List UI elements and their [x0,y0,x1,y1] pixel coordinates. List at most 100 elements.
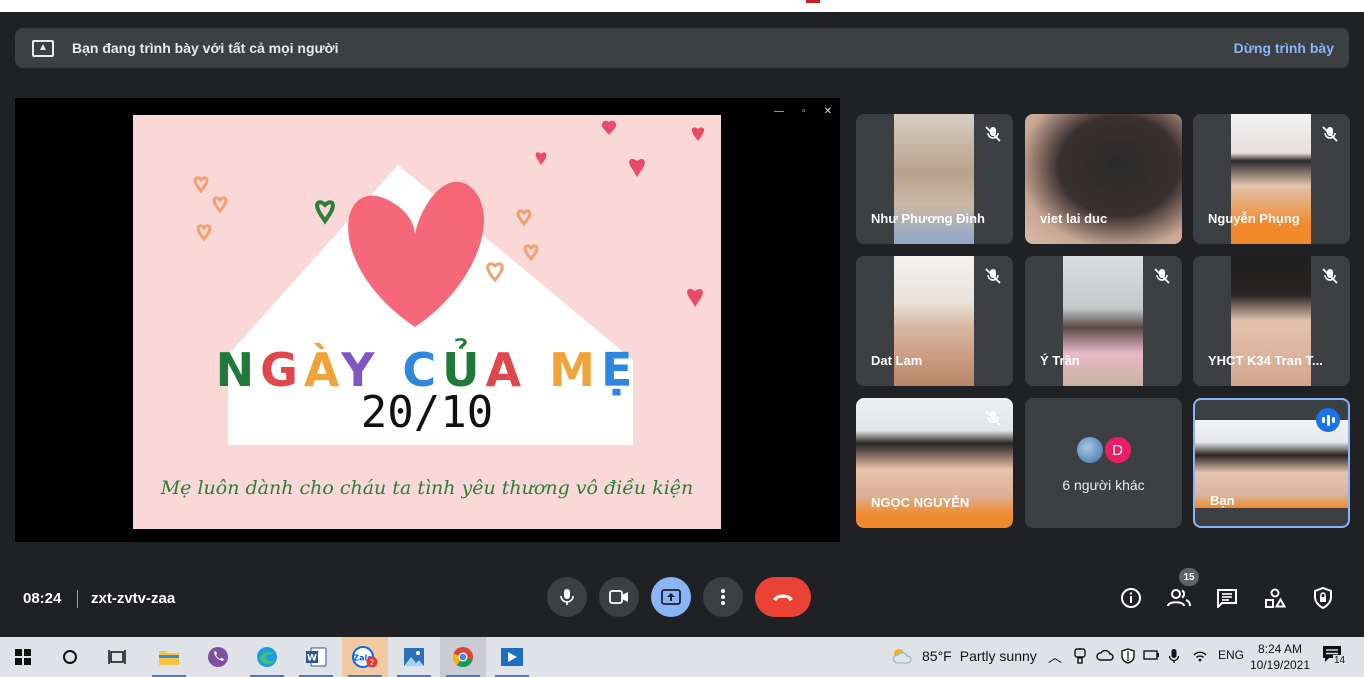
input-language[interactable]: ENG [1218,648,1244,662]
word-icon: W [306,647,327,667]
clock-date: 10/19/2021 [1249,658,1311,672]
minimize-icon[interactable]: — [774,106,784,117]
other-participants-avatars: D [1074,435,1133,465]
activities-button[interactable] [1262,585,1288,611]
notification-count: 14 [1333,655,1347,666]
viber-icon [208,647,228,667]
host-controls-button[interactable] [1310,585,1336,611]
zalo-icon: Zalo2 [352,646,378,668]
other-participants-tile[interactable]: D 6 người khác [1025,398,1182,528]
other-participants-count: 6 người khác [1062,477,1145,493]
system-clock[interactable]: 8:24 AM 10/19/2021 [1248,641,1312,673]
taskbar-zalo[interactable]: Zalo 2 [342,637,388,677]
folder-icon [159,651,179,665]
mic-off-icon [1154,268,1170,284]
show-hidden-icons-chevron-icon[interactable]: ︿ [1048,647,1062,667]
present-now-button[interactable] [651,577,691,617]
start-button[interactable] [0,637,46,677]
window-controls: — ▫ ✕ [774,106,832,117]
speaking-indicator-icon [1316,408,1340,432]
task-view-icon [108,650,126,664]
participant-tile[interactable]: Như Phương Đinh [856,114,1013,244]
microphone-tray-icon[interactable] [1168,648,1180,664]
windows-logo-icon [15,649,31,665]
meet-camera-tray-icon[interactable] [1073,648,1087,664]
taskbar-viber[interactable] [195,637,241,677]
people-button[interactable] [1166,585,1192,611]
taskbar-file-explorer[interactable] [146,637,192,677]
self-participant-tile[interactable]: Bạn [1193,398,1350,528]
hang-up-icon [773,594,793,601]
camera-button[interactable] [599,577,639,617]
avatar: D [1102,435,1133,465]
participant-tile[interactable]: NGỌC NGUYỄN [856,398,1013,528]
taskbar-edge[interactable] [244,637,290,677]
search-icon [63,650,77,664]
media-player-icon [501,648,523,666]
present-screen-icon [661,589,681,605]
meeting-time: 08:24 [23,590,62,607]
divider [77,590,78,608]
participant-name: Bạn [1210,493,1235,508]
battery-plug-icon[interactable] [1143,648,1161,662]
meeting-details-button[interactable] [1118,585,1144,611]
chat-icon [1217,589,1237,608]
presenting-banner: Bạn đang trình bày với tất cả mọi người … [15,28,1349,68]
people-count-badge: 15 [1179,568,1199,586]
shared-screen: — ▫ ✕ NGÀY CỦA MẸ 20/10 Mẹ luôn dành cho… [15,98,840,542]
close-icon[interactable]: ✕ [824,106,832,117]
meeting-controls-bar: 08:24 zxt-zvtv-zaa [0,560,1364,636]
participant-name: YHCT K34 Tran T... [1208,353,1323,368]
participant-tile[interactable]: viet lai duc [1025,114,1182,244]
slide-tagline: Mẹ luôn dành cho cháu ta tình yêu thương… [160,477,694,499]
mic-off-icon [1322,268,1338,284]
chat-button[interactable] [1214,585,1240,611]
participant-tile[interactable]: YHCT K34 Tran T... [1193,256,1350,386]
participant-name: viet lai duc [1040,211,1108,226]
photos-icon [404,648,424,666]
task-view-button[interactable] [94,637,140,677]
partly-sunny-icon [893,649,912,664]
leave-call-button[interactable] [755,577,811,617]
info-icon [1121,588,1141,608]
stop-presenting-button[interactable]: Dừng trình bày [1234,40,1334,56]
zalo-badge-count: 2 [370,659,374,667]
participant-tile[interactable]: Nguyễn Phụng [1193,114,1350,244]
wifi-icon[interactable] [1192,648,1208,662]
maximize-icon[interactable]: ▫ [802,106,806,117]
small-hearts-red [535,120,705,307]
notification-center-button[interactable]: 14 [1322,645,1350,669]
taskbar-media-app[interactable] [489,637,535,677]
windows-taskbar: W Zalo 2 85°F Partly sunny ︿ ENG 8:24 AM … [0,637,1364,677]
edge-icon [257,647,277,667]
participant-tile[interactable]: Ý Trần [1025,256,1182,386]
activities-icon [1265,588,1286,608]
svg-text:W: W [307,654,317,664]
more-vert-icon [721,589,725,605]
participant-tile[interactable]: Dat Lam [856,256,1013,386]
participant-name: Như Phương Đinh [871,211,985,226]
meeting-code: zxt-zvtv-zaa [91,590,176,607]
taskbar-chrome[interactable] [440,637,486,677]
weather-description: Partly sunny [959,648,1037,664]
weather-widget[interactable]: 85°F Partly sunny [890,646,1037,666]
present-screen-icon [32,39,54,57]
taskbar-word[interactable]: W [293,637,339,677]
microphone-icon [560,589,574,605]
slide-date: 20/10 [360,387,494,438]
clock-time: 8:24 AM [1257,642,1303,656]
mic-off-icon [985,410,1001,426]
microphone-button[interactable] [547,577,587,617]
mic-off-icon [985,126,1001,142]
window-top-strip [0,0,1364,12]
security-shield-icon[interactable] [1120,648,1136,664]
presenting-message: Bạn đang trình bày với tất cả mọi người [72,40,339,56]
taskbar-photos[interactable] [391,637,437,677]
more-options-button[interactable] [703,577,743,617]
people-icon [1167,589,1191,607]
participant-name: Dat Lam [871,353,923,368]
search-button[interactable] [47,637,93,677]
participant-name: Ý Trần [1040,353,1080,368]
cloud-icon[interactable] [1096,648,1114,662]
participant-name: NGỌC NGUYỄN [871,495,970,510]
